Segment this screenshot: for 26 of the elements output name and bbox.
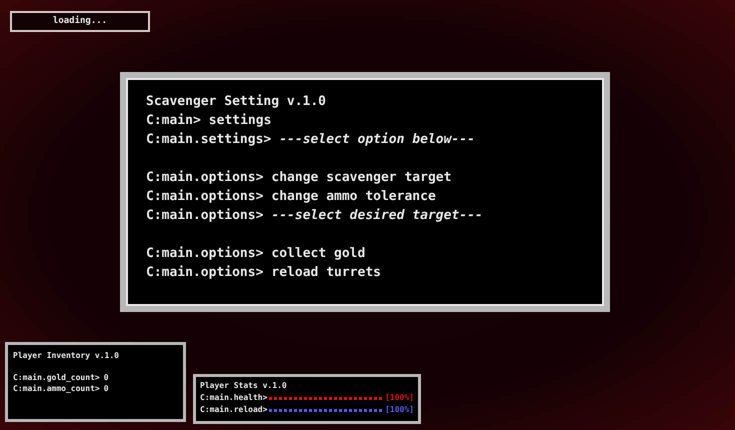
command-text: change scavenger target	[271, 169, 452, 187]
prompt-text: C:main.reload>	[200, 404, 268, 416]
loading-label: loading...	[52, 14, 108, 28]
terminal-title: Scavenger Setting v.1.0	[146, 93, 328, 111]
prompt-text: C:main.options>	[146, 207, 264, 225]
prompt-text: C:main.settings>	[146, 131, 272, 149]
inventory-title: Player Inventory v.1.0	[13, 350, 120, 361]
prompt-text: C:main.options>	[146, 188, 264, 206]
percent-reading: [100%]	[385, 404, 414, 416]
prompt-text: C:main.options>	[146, 264, 264, 282]
prompt-text: C:main.ammo_count>	[13, 383, 100, 394]
command-text: change ammo tolerance	[271, 188, 436, 206]
prompt-text: C:main.gold_count>	[13, 372, 100, 383]
stats-title: Player Stats v.1.0	[200, 380, 288, 392]
command-text: settings	[208, 112, 272, 130]
command-text: reload turrets	[271, 264, 381, 282]
prompt-text: C:main>	[146, 112, 201, 130]
prompt-text: C:main.health>	[200, 392, 268, 404]
prompt-text: C:main.options>	[146, 245, 264, 263]
prompt-text: C:main.options>	[146, 169, 264, 187]
instruction-text: ---select option below---	[279, 131, 475, 149]
command-text: collect gold	[271, 245, 366, 263]
count-value: 0	[104, 383, 109, 394]
count-value: 0	[104, 372, 109, 383]
instruction-text: ---select desired target---	[271, 207, 483, 225]
percent-reading: [100%]	[385, 392, 414, 404]
